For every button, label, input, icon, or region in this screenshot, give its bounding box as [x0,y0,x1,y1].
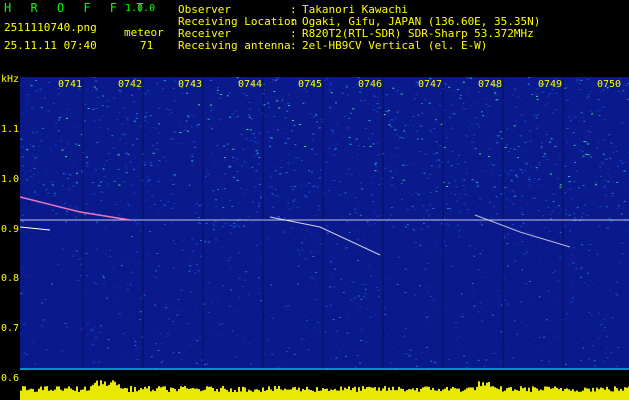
time-tick-label: 0743 [178,79,203,90]
meteor-label: meteor [124,26,164,39]
y-tick-label: 0.8 [1,273,20,284]
version-label: 1.0.0 [125,3,156,14]
y-tick-label: 1.1 [1,124,20,135]
station-info: Observer : Takanori Kawachi Receiving Lo… [178,4,540,52]
spectrogram-background [20,77,629,400]
info-label: Receiving antenna [178,39,291,52]
time-tick-label: 0748 [478,79,503,90]
time-tick-label: 0742 [118,79,143,90]
time-tick-label: 0741 [58,79,83,90]
time-tick-label: 0749 [538,79,563,90]
time-tick-label: 0746 [358,79,383,90]
info-row-antenna: Receiving antenna : 2el-HB9CV Vertical (… [178,39,488,52]
meteor-count: 71 [140,39,154,52]
time-tick-label: 0750 [597,79,622,90]
y-tick-label: 1.0 [1,174,20,185]
time-tick-label: 0747 [418,79,443,90]
spectrogram [20,77,629,400]
y-axis-unit: kHz [1,74,20,85]
y-tick-label: 0.6 [1,373,20,384]
y-tick-label: 0.9 [1,224,20,235]
y-tick-label: 0.7 [1,323,20,334]
time-tick-label: 0744 [238,79,263,90]
datetime-label: 25.11.11 07:40 [4,39,97,52]
info-value: 2el-HB9CV Vertical (el. E-W) [302,39,488,52]
filename-label: 2511110740.png [4,21,97,34]
time-tick-label: 0745 [298,79,323,90]
